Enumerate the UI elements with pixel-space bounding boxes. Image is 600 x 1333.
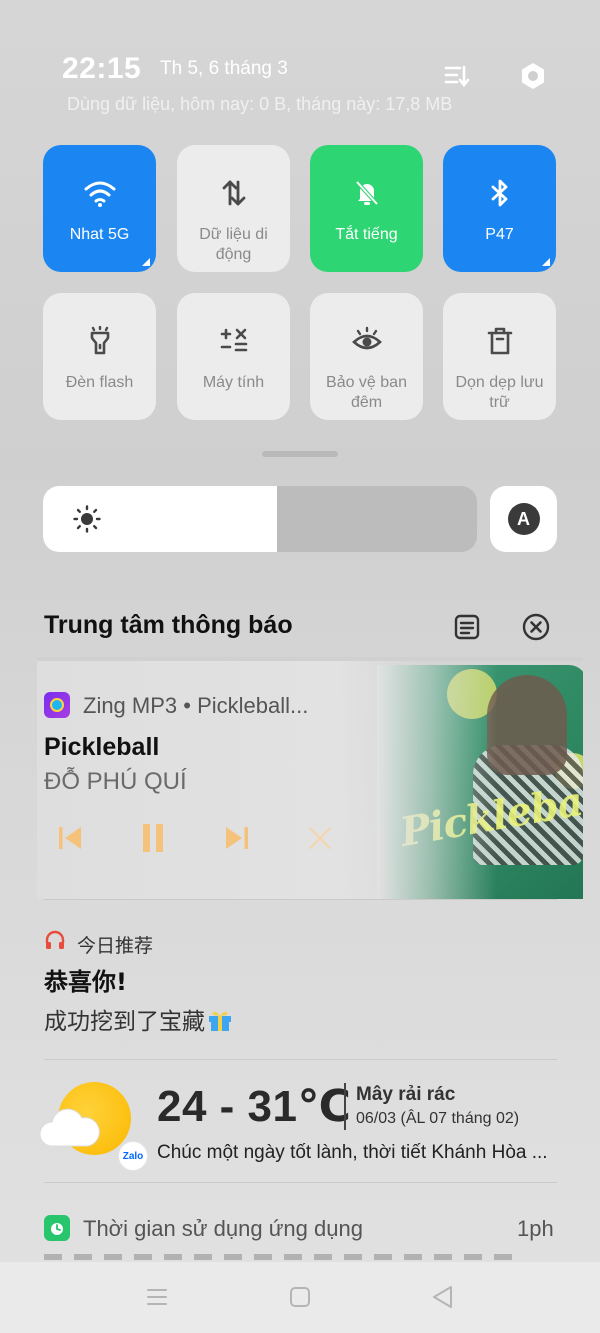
- divider: [44, 899, 557, 900]
- tile-silent[interactable]: Tắt tiếng: [310, 145, 423, 272]
- eye-icon: [349, 323, 385, 359]
- tile-label: Dọn dẹp lưu trữ: [455, 374, 544, 411]
- divider: [44, 1059, 557, 1060]
- gift-icon: [207, 1008, 233, 1032]
- screen-time-value: 1ph: [517, 1216, 554, 1241]
- cn-notification-body[interactable]: 成功挖到了宝藏: [44, 1002, 233, 1036]
- music-app-name: Zing MP3 • Pickleball...: [83, 693, 309, 718]
- tile-label: Tắt tiếng: [335, 226, 398, 243]
- tile-label: Dữ liệu di động: [199, 226, 268, 263]
- temperature-range: 24 - 31℃: [157, 1082, 352, 1131]
- weather-message[interactable]: Chúc một ngày tốt lành, thời tiết Khánh …: [157, 1142, 562, 1164]
- tile-label: Bảo vệ ban đêm: [326, 374, 407, 411]
- weather-divider: [344, 1083, 346, 1130]
- auto-brightness-button[interactable]: A: [490, 486, 557, 552]
- calculator-icon: [216, 323, 252, 359]
- bluetooth-icon: [482, 175, 518, 211]
- manage-notifications-icon[interactable]: [452, 612, 482, 642]
- edit-tiles-icon[interactable]: [440, 60, 472, 92]
- tile-label: Đèn flash: [65, 374, 134, 391]
- trash-icon: [482, 323, 518, 359]
- headphones-icon: [44, 929, 66, 951]
- settings-icon[interactable]: [517, 60, 549, 92]
- mobile-data-icon: [216, 175, 252, 211]
- weather-condition: Mây rải rác: [356, 1084, 456, 1105]
- next-track-icon[interactable]: [217, 818, 257, 858]
- clear-all-icon[interactable]: [521, 612, 551, 642]
- screen-time-app-name: Thời gian sử dụng ứng dụng: [83, 1216, 363, 1241]
- wifi-icon: [82, 175, 118, 211]
- divider: [44, 1182, 557, 1183]
- pause-icon[interactable]: [133, 818, 173, 858]
- back-icon[interactable]: [428, 1283, 458, 1311]
- weather-date: 06/03 (ÂL 07 tháng 02): [356, 1110, 520, 1127]
- clock-time: 22:15: [62, 52, 142, 85]
- tile-label: Nhat 5G: [69, 226, 130, 243]
- date-text: Th 5, 6 tháng 3: [160, 58, 288, 79]
- screen-time-app-icon: [44, 1215, 70, 1241]
- cn-notification-title[interactable]: 恭喜你!: [44, 962, 127, 997]
- previous-track-icon[interactable]: [50, 818, 90, 858]
- truncated-content: [44, 1254, 514, 1260]
- bell-off-icon: [349, 175, 385, 211]
- tile-label: P47: [485, 226, 514, 243]
- cloud-weather-icon: [38, 1108, 102, 1148]
- zalo-badge-icon: Zalo: [118, 1141, 148, 1171]
- zing-mp3-app-icon: [44, 692, 70, 718]
- tile-calculator[interactable]: Máy tính: [177, 293, 290, 420]
- menu-icon[interactable]: [142, 1283, 172, 1311]
- tile-mobile-data[interactable]: Dữ liệu di động: [177, 145, 290, 272]
- notification-center-title: Trung tâm thông báo: [44, 611, 293, 639]
- data-usage-text[interactable]: Dùng dữ liệu, hôm nay: 0 B, tháng này: 1…: [67, 94, 452, 115]
- tile-night-protection[interactable]: Bảo vệ ban đêm: [310, 293, 423, 420]
- tile-clean-storage[interactable]: Dọn dẹp lưu trữ: [443, 293, 556, 420]
- brightness-slider[interactable]: [43, 486, 477, 552]
- expand-corner-icon: [142, 258, 150, 266]
- tile-bluetooth[interactable]: P47: [443, 145, 556, 272]
- home-icon[interactable]: [285, 1283, 315, 1311]
- song-artist: ĐỖ PHÚ QUÍ: [44, 768, 187, 795]
- close-player-icon[interactable]: [300, 818, 340, 858]
- song-title: Pickleball: [44, 733, 160, 761]
- drag-handle[interactable]: [262, 451, 338, 457]
- flashlight-icon: [82, 323, 118, 359]
- brightness-icon: [73, 505, 101, 533]
- auto-brightness-label: A: [507, 503, 540, 535]
- album-art: Pickleball: [377, 665, 583, 899]
- cn-body-text: 成功挖到了宝藏: [44, 1009, 205, 1035]
- tile-wifi[interactable]: Nhat 5G: [43, 145, 156, 272]
- tile-label: Máy tính: [202, 374, 265, 391]
- cn-app-name: 今日推荐: [77, 935, 154, 957]
- expand-corner-icon: [542, 258, 550, 266]
- tile-flashlight[interactable]: Đèn flash: [43, 293, 156, 420]
